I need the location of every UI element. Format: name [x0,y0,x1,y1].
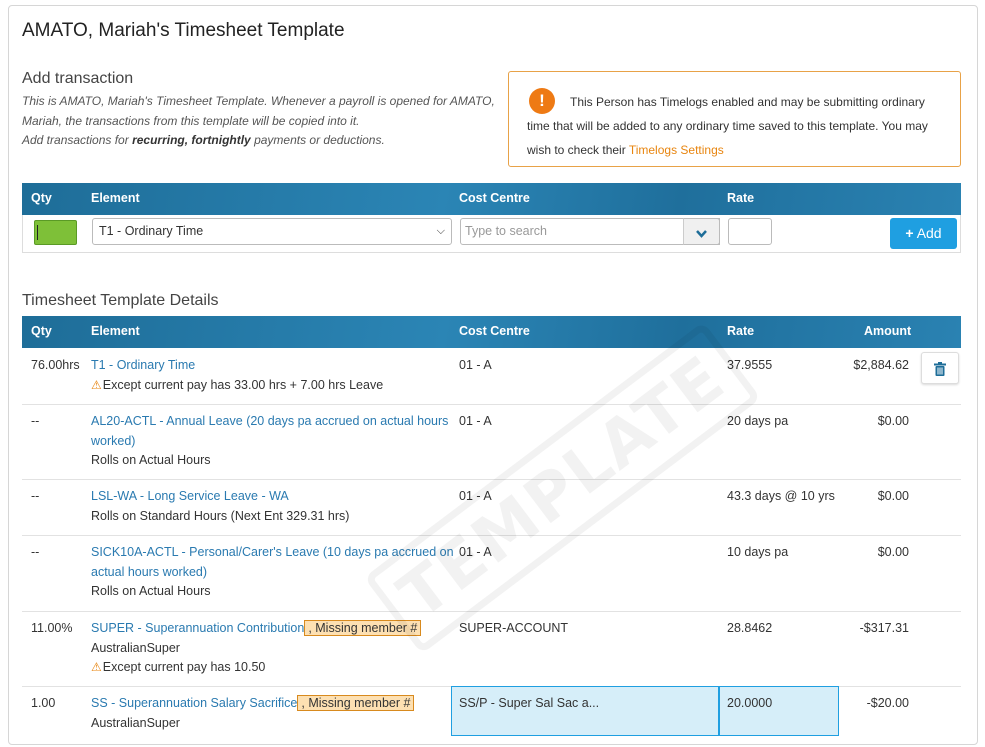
table-row: 76.00hrs T1 - Ordinary Time ⚠Except curr… [22,348,961,405]
row-qty: -- [31,489,40,503]
warning-icon: ⚠ [91,377,102,392]
intro-line-2-pre: Add transactions for [22,133,133,147]
row-amount: $2,884.62 [853,358,909,372]
plus-icon: + [905,225,914,241]
add-transaction-title: Add transaction [22,70,134,87]
chevron-down-icon: ⌵ [436,225,445,237]
row-sub: AustralianSuper [91,640,180,655]
row-qty: 1.00 [31,696,56,710]
row-element: T1 - Ordinary Time ⚠Except current pay h… [91,356,456,395]
header-rate: Rate [727,324,755,338]
row-warning: Except current pay has 10.50 [102,660,266,674]
header-element: Element [91,191,140,205]
header-qty: Qty [31,324,52,338]
element-link[interactable]: T1 - Ordinary Time [91,358,195,372]
timelogs-notice: ! This Person has Timelogs enabled and m… [508,71,961,167]
row-sub: Rolls on Actual Hours [91,453,211,467]
add-button[interactable]: + Add [890,218,957,249]
row-cost-centre: SUPER-ACCOUNT [459,621,569,635]
header-cost-centre: Cost Centre [459,324,530,338]
notice-body: This Person has Timelogs enabled and may… [527,95,928,157]
row-sub: Rolls on Actual Hours [91,584,211,598]
row-element: LSL-WA - Long Service Leave - WA Rolls o… [91,487,456,526]
template-intro: This is AMATO, Mariah's Timesheet Templa… [22,92,502,151]
row-qty: 76.00hrs [31,358,80,372]
row-amount: $0.00 [877,414,909,428]
row-amount: -$20.00 [866,696,909,710]
intro-line-2-bold: recurring, fortnightly [132,133,251,147]
row-rate: 10 days pa [727,545,789,559]
row-cost-centre: 01 - A [459,414,492,428]
cost-centre-search[interactable]: Type to search [460,218,720,245]
row-rate: 28.8462 [727,621,773,635]
table-row: 1.00 SS - Superannuation Salary Sacrific… [22,686,961,747]
element-link[interactable]: AL20-ACTL - Annual Leave (20 days pa acc… [91,414,448,448]
page-title: AMATO, Mariah's Timesheet Template [22,20,345,41]
row-amount: $0.00 [877,489,909,503]
trash-icon [934,362,946,377]
details-table-header: Qty Element Cost Centre Rate Amount [22,316,961,348]
element-link[interactable]: SS - Superannuation Salary Sacrifice [91,696,297,710]
element-link[interactable]: SUPER - Superannuation Contribution [91,621,304,635]
row-cost-centre[interactable]: SS/P - Super Sal Sac a... [459,694,599,714]
row-qty: -- [31,414,40,428]
element-link[interactable]: LSL-WA - Long Service Leave - WA [91,489,289,503]
add-transaction-row: T1 - Ordinary Time ⌵ Type to search + Ad… [22,215,961,253]
add-table-header: Qty Element Cost Centre Rate [22,183,961,215]
row-sub: AustralianSuper [91,715,180,730]
intro-line-1: This is AMATO, Mariah's Timesheet Templa… [22,94,495,128]
delete-button[interactable] [921,352,959,384]
table-row: 11.00% SUPER - Superannuation Contributi… [22,612,961,687]
cost-centre-dropdown-button[interactable] [683,218,720,245]
header-cost-centre: Cost Centre [459,191,530,205]
row-cost-centre: 01 - A [459,358,492,372]
row-amount: $0.00 [877,545,909,559]
row-rate: 43.3 days @ 10 yrs [727,489,835,503]
element-select-value: T1 - Ordinary Time [99,224,204,238]
qty-input[interactable] [34,220,77,245]
rate-input[interactable] [728,218,772,245]
row-rate[interactable]: 20.0000 [727,694,772,714]
row-qty: -- [31,545,40,559]
row-qty: 11.00% [31,621,73,635]
row-element: AL20-ACTL - Annual Leave (20 days pa acc… [91,412,456,471]
header-element: Element [91,324,140,338]
element-select[interactable]: T1 - Ordinary Time ⌵ [92,218,452,245]
notice-text: This Person has Timelogs enabled and may… [527,90,947,162]
row-element: SS - Superannuation Salary Sacrifice, Mi… [91,694,511,733]
row-warning: Except current pay has 33.00 hrs + 7.00 … [102,377,384,392]
missing-member-badge: , Missing member # [297,695,415,711]
intro-line-2-post: payments or deductions. [250,133,385,147]
table-row: -- AL20-ACTL - Annual Leave (20 days pa … [22,405,961,480]
header-rate: Rate [727,191,755,205]
row-sub: Rolls on Standard Hours (Next Ent 329.31… [91,508,350,523]
details-title: Timesheet Template Details [22,292,219,309]
warning-icon: ⚠ [91,660,102,674]
header-qty: Qty [31,191,52,205]
timelogs-settings-link[interactable]: Timelogs Settings [629,143,724,157]
row-amount: -$317.31 [859,621,909,635]
header-amount: Amount [864,324,912,338]
add-button-label: Add [916,225,942,241]
chevron-down-icon [696,229,707,238]
